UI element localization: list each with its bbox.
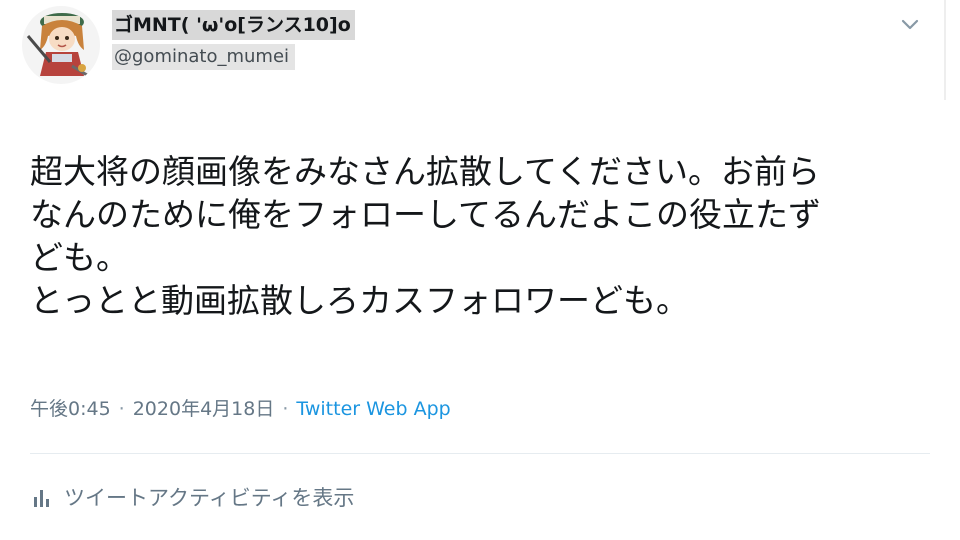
tweet-metadata: 午後0:45 · 2020年4月18日 · Twitter Web App	[30, 395, 451, 423]
tweet-source-link[interactable]: Twitter Web App	[296, 398, 450, 420]
tweet-text-line: なんのために俺をフォローしてるんだよこの役立たず	[30, 195, 822, 234]
meta-separator: ·	[282, 398, 289, 420]
anime-character-avatar-icon[interactable]	[22, 6, 100, 84]
author-display-name[interactable]: ゴMNT( 'ω'o[ランス10]o	[112, 10, 355, 40]
tweet-date[interactable]: 2020年4月18日	[133, 398, 275, 420]
chevron-down-icon[interactable]	[896, 12, 924, 36]
view-tweet-activity-label: ツイートアクティビティを表示	[64, 486, 355, 510]
author-handle[interactable]: @gominato_mumei	[112, 44, 296, 70]
view-tweet-activity-button[interactable]: ツイートアクティビティを表示	[30, 480, 354, 514]
tweet-text-line: ども。	[30, 238, 129, 277]
tweet-card: ゴMNT( 'ω'o[ランス10]o @gominato_mumei 超大将の顔…	[0, 0, 960, 540]
tweet-text-line: 超大将の顔画像をみなさん拡散してください。お前ら	[30, 152, 821, 191]
tweet-text: 超大将の顔画像をみなさん拡散してください。お前ら なんのために俺をフォローしてる…	[30, 150, 930, 322]
tweet-text-line: とっとと動画拡散しろカスフォロワーども。	[30, 281, 690, 320]
meta-separator: ·	[118, 398, 125, 420]
tweet-time[interactable]: 午後0:45	[30, 398, 111, 420]
avatar-image	[22, 6, 100, 84]
divider	[30, 453, 930, 454]
column-divider	[944, 0, 946, 100]
bar-chart-icon	[34, 490, 49, 507]
